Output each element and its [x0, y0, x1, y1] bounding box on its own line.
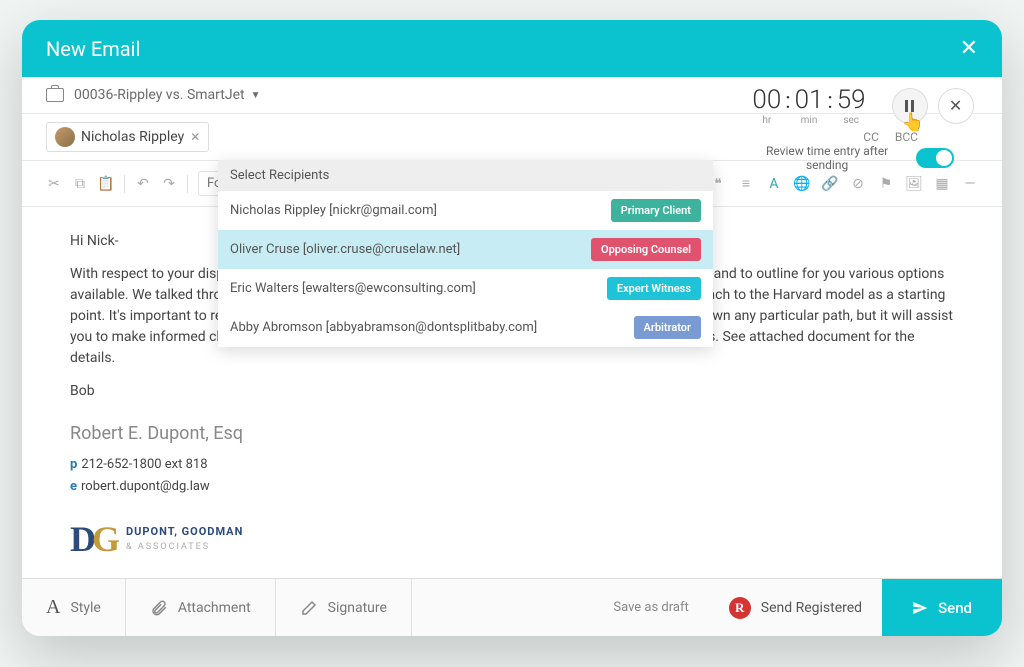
recipient-option[interactable]: Nicholas Rippley [nickr@gmail.com] Primar… [218, 191, 713, 230]
recipient-label: Oliver Cruse [oliver.cruse@cruselaw.net] [230, 242, 460, 257]
role-badge: Primary Client [611, 199, 701, 222]
recipient-option[interactable]: Abby Abromson [abbyabramson@dontsplitbab… [218, 308, 713, 347]
align-icon[interactable]: ≡ [738, 176, 754, 192]
recipient-option[interactable]: Eric Walters [ewalters@ewconsulting.com]… [218, 269, 713, 308]
compose-footer: A Style Attachment Signature Save as dra… [22, 578, 1002, 636]
firm-name: DUPONT, GOODMAN [126, 524, 243, 541]
timer-min: 01 [795, 85, 824, 115]
cursor-icon: 👆 [902, 112, 924, 133]
recipient-chip[interactable]: Nicholas Rippley ✕ [46, 122, 209, 152]
logo-mark: DG [70, 512, 116, 566]
recipient-option[interactable]: Oliver Cruse [oliver.cruse@cruselaw.net]… [218, 230, 713, 269]
undo-icon[interactable]: ↶ [135, 176, 151, 192]
timer-panel: 00hr : 01min : 59sec ✕ 👆 Review time ent… [748, 85, 978, 172]
link-icon[interactable]: 🔗 [822, 176, 838, 192]
send-icon [912, 600, 928, 616]
case-name: 00036-Rippley vs. SmartJet [74, 87, 245, 103]
send-button[interactable]: Send [882, 579, 1002, 636]
briefcase-icon [46, 88, 64, 102]
signature-name: Robert E. Dupont, Esq [70, 420, 954, 447]
signature-button[interactable]: Signature [276, 579, 412, 636]
chevron-down-icon: ▼ [251, 90, 261, 101]
review-toggle-label: Review time entry after sending [748, 144, 906, 172]
timer-cancel-button[interactable]: ✕ [938, 88, 974, 124]
close-button[interactable]: ✕ [960, 36, 978, 61]
dropdown-header: Select Recipients [218, 160, 713, 191]
recipient-label: Abby Abromson [abbyabramson@dontsplitbab… [230, 320, 537, 335]
style-button[interactable]: A Style [22, 579, 126, 636]
pause-icon [905, 100, 914, 112]
compose-window: New Email ✕ 00036-Rippley vs. SmartJet ▼… [22, 20, 1002, 636]
recipient-label: Eric Walters [ewalters@ewconsulting.com] [230, 281, 476, 296]
flag-icon[interactable]: ⚑ [878, 176, 894, 192]
role-badge: Arbitrator [634, 316, 701, 339]
hr-icon[interactable]: — [962, 176, 978, 192]
timer-sec: 59 [837, 85, 866, 115]
text-color-icon[interactable]: A [766, 176, 782, 192]
role-badge: Expert Witness [607, 277, 701, 300]
recipient-label: Nicholas Rippley [nickr@gmail.com] [230, 203, 437, 218]
signoff: Bob [70, 381, 954, 402]
timer-hr: 00 [752, 85, 781, 115]
avatar [55, 127, 75, 147]
table-icon[interactable]: ▦ [934, 176, 950, 192]
paperclip-icon [150, 599, 168, 617]
recipients-dropdown: Select Recipients Nicholas Rippley [nick… [218, 160, 713, 347]
review-toggle[interactable] [916, 148, 954, 168]
unlink-icon[interactable]: ⊘ [850, 176, 866, 192]
window-title: New Email [46, 37, 140, 61]
window-header: New Email ✕ [22, 20, 1002, 77]
paste-icon[interactable]: 📋 [98, 176, 114, 192]
firm-sub: & ASSOCIATES [126, 541, 243, 555]
firm-logo: DG DUPONT, GOODMAN & ASSOCIATES [70, 512, 954, 566]
save-draft-button[interactable]: Save as draft [593, 579, 708, 636]
copy-icon[interactable]: ⧉ [72, 176, 88, 192]
signature-icon [300, 599, 318, 617]
signature-email: erobert.dupont@dg.law [70, 477, 954, 497]
registered-icon: R [729, 597, 751, 619]
remove-recipient-icon[interactable]: ✕ [190, 130, 200, 144]
redo-icon[interactable]: ↷ [161, 176, 177, 192]
role-badge: Opposing Counsel [591, 238, 701, 261]
image-icon[interactable]: 🖼 [906, 176, 922, 192]
attachment-button[interactable]: Attachment [126, 579, 276, 636]
language-icon[interactable]: 🌐 [794, 176, 810, 192]
signature-phone: p212-652-1800 ext 818 [70, 455, 954, 475]
style-icon: A [46, 596, 60, 619]
send-registered-button[interactable]: R Send Registered [709, 579, 882, 636]
recipient-name: Nicholas Rippley [81, 129, 184, 145]
timer-display: 00hr : 01min : 59sec [752, 85, 865, 126]
cut-icon[interactable]: ✂ [46, 176, 62, 192]
